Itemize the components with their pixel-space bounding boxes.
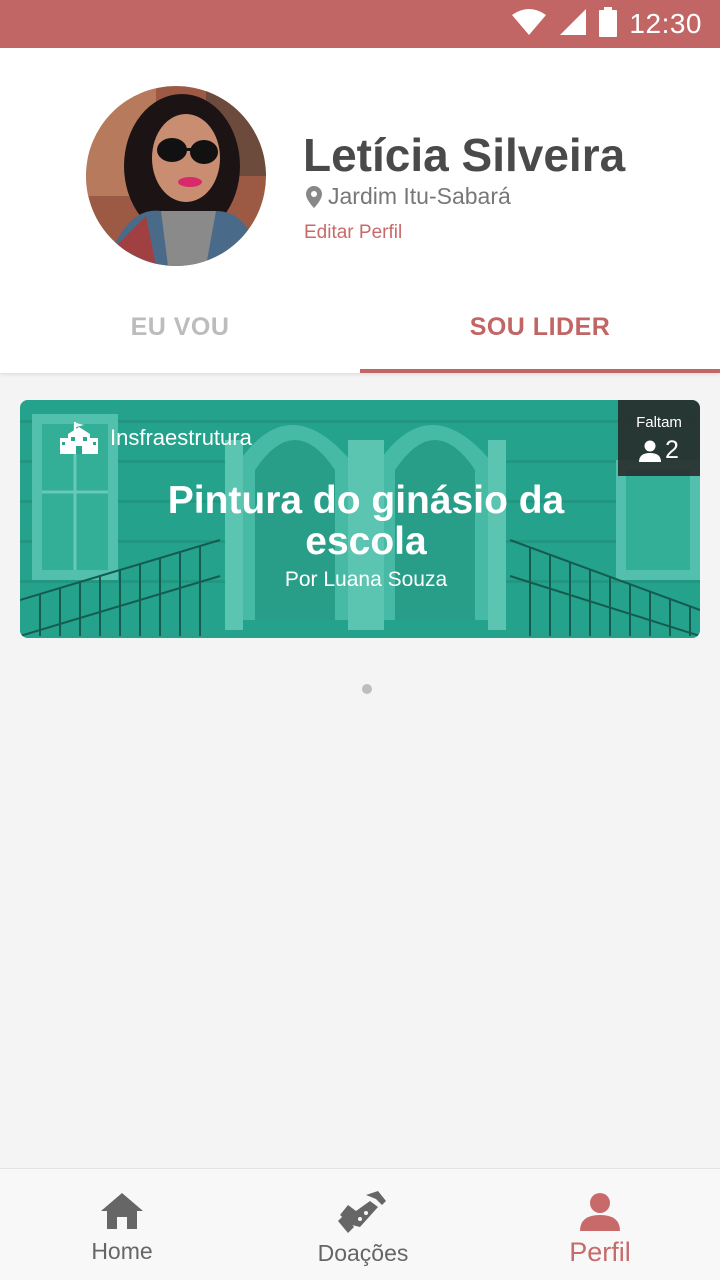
location-text: Jardim Itu-Sabará — [328, 183, 511, 209]
card-author: Por Luana Souza — [284, 568, 448, 591]
nav-doacoes[interactable]: Doações — [243, 1169, 483, 1280]
person-icon — [639, 440, 662, 462]
profile-tabs: EU VOU SOU LIDER — [0, 282, 720, 373]
status-bar: 12:30 — [0, 0, 720, 48]
status-time: 12:30 — [629, 8, 702, 39]
user-location: Jardim Itu-Sabará — [306, 183, 511, 210]
nav-home[interactable]: Home — [2, 1169, 242, 1280]
avatar[interactable] — [86, 86, 266, 266]
missing-count-row: 2 — [618, 436, 700, 465]
school-building-icon — [60, 422, 98, 454]
missing-count: 2 — [665, 436, 679, 464]
missing-volunteers-badge: Faltam 2 — [618, 400, 700, 476]
project-card[interactable]: Insfraestrutura Pintura do ginásio da es… — [20, 400, 700, 638]
pager-dot[interactable] — [362, 684, 372, 694]
card-title: Pintura do ginásio da escola — [167, 479, 565, 563]
handshake-icon — [338, 1191, 386, 1233]
wifi-icon — [511, 8, 547, 41]
tab-eu-vou[interactable]: EU VOU — [0, 282, 360, 373]
user-name: Letícia Silveira — [303, 129, 626, 181]
nav-home-label: Home — [91, 1238, 153, 1264]
missing-label: Faltam — [636, 414, 682, 431]
tab-sou-lider[interactable]: SOU LIDER — [360, 282, 720, 373]
home-icon — [101, 1193, 143, 1229]
card-category-label: Insfraestrutura — [110, 425, 252, 450]
app-screen: 12:30 Letícia Silveira Jardim Itu-Sabará… — [0, 0, 720, 1280]
profile-photo — [86, 86, 266, 266]
person-icon — [580, 1193, 620, 1231]
edit-profile-link[interactable]: Editar Perfil — [304, 222, 402, 244]
nav-doacoes-label: Doações — [317, 1240, 409, 1266]
card-category: Insfraestrutura — [60, 422, 252, 454]
nav-perfil-label: Perfil — [569, 1237, 631, 1267]
nav-perfil[interactable]: Perfil — [480, 1169, 720, 1280]
battery-icon — [599, 6, 618, 42]
bottom-navigation: Home Doações Perfil — [0, 1168, 720, 1280]
profile-header: Letícia Silveira Jardim Itu-Sabará Edita… — [0, 48, 720, 373]
cell-signal-icon — [559, 8, 587, 41]
location-pin-icon — [306, 185, 322, 208]
